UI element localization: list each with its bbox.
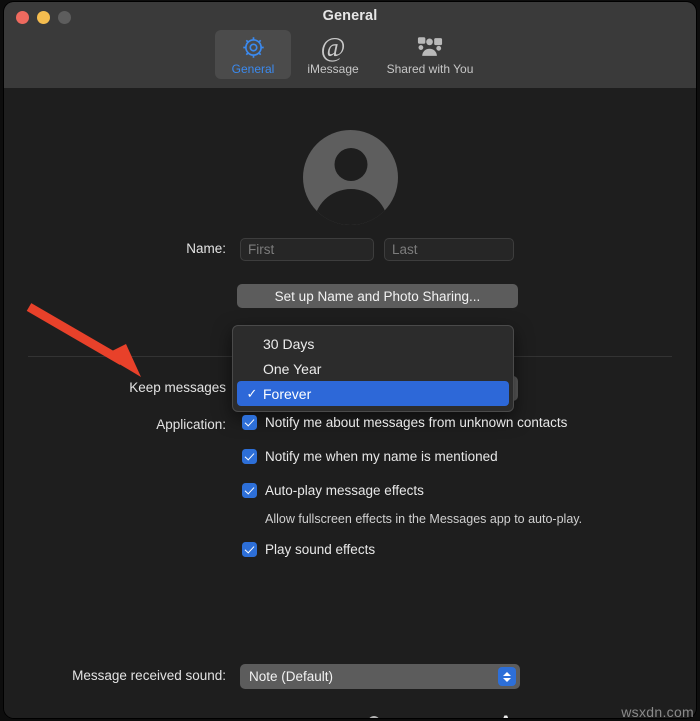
preferences-content: Name: Set up Name and Photo Sharing... K… xyxy=(4,88,696,718)
application-label: Application: xyxy=(156,417,226,432)
menu-item-one-year-label: One Year xyxy=(263,360,322,377)
avatar-body xyxy=(313,189,388,225)
at-sign-icon: @ xyxy=(320,32,346,62)
menu-checkmark-icon: ✓ xyxy=(246,385,258,401)
avatar-head xyxy=(334,148,367,181)
stepper-icon[interactable] xyxy=(498,667,516,686)
checkbox-notify-unknown-contacts[interactable]: Notify me about messages from unknown co… xyxy=(242,415,567,430)
menu-item-30-days[interactable]: ✓ 30 Days xyxy=(237,331,509,356)
gear-icon xyxy=(241,34,266,60)
keep-messages-popup-menu: ✓ 30 Days ✓ One Year ✓ Forever xyxy=(232,325,514,412)
tab-general[interactable]: General xyxy=(215,30,291,79)
first-name-input[interactable] xyxy=(240,238,374,261)
checkbox-autoplay-message-effects-label: Auto-play message effects xyxy=(265,483,424,498)
message-received-sound-select[interactable]: Note (Default) xyxy=(240,664,520,689)
menu-item-forever-label: Forever xyxy=(263,385,312,402)
checkbox-checked-icon xyxy=(242,449,257,464)
message-received-sound-value: Note (Default) xyxy=(249,669,334,684)
tab-shared-with-you-label: Shared with You xyxy=(386,62,474,76)
keep-messages-label: Keep messages xyxy=(129,380,226,395)
watermark: wsxdn.com xyxy=(621,704,694,720)
text-size-slider[interactable]: A A xyxy=(240,711,514,718)
last-name-input[interactable] xyxy=(384,238,514,261)
checkbox-checked-icon xyxy=(242,483,257,498)
checkbox-notify-name-mentioned-label: Notify me when my name is mentioned xyxy=(265,449,498,464)
avatar[interactable] xyxy=(303,130,398,225)
checkbox-checked-icon xyxy=(242,542,257,557)
checkbox-notify-name-mentioned[interactable]: Notify me when my name is mentioned xyxy=(242,449,498,464)
name-label: Name: xyxy=(186,241,226,256)
text-size-large-label: A xyxy=(497,711,514,718)
menu-item-forever[interactable]: ✓ Forever xyxy=(237,381,509,406)
tab-imessage[interactable]: @ iMessage xyxy=(295,30,371,79)
chevron-up-icon xyxy=(503,671,511,676)
checkbox-checked-icon xyxy=(242,415,257,430)
chevron-down-icon xyxy=(503,677,511,682)
toolbar-tabs: General @ iMessage Shared with You xyxy=(4,30,696,79)
window-title: General xyxy=(322,8,378,24)
slider-thumb[interactable] xyxy=(368,716,380,718)
tab-shared-with-you[interactable]: Shared with You xyxy=(375,30,485,79)
autoplay-hint-text: Allow fullscreen effects in the Messages… xyxy=(265,512,583,526)
tab-general-label: General xyxy=(231,62,275,76)
checkbox-play-sound-effects[interactable]: Play sound effects xyxy=(242,542,375,557)
preferences-window: General General @ iMessage Shared with Y… xyxy=(4,2,696,718)
set-up-name-photo-sharing-button[interactable]: Set up Name and Photo Sharing... xyxy=(237,284,518,308)
checkbox-notify-unknown-contacts-label: Notify me about messages from unknown co… xyxy=(265,415,568,430)
menu-item-30-days-label: 30 Days xyxy=(263,335,315,352)
checkbox-play-sound-effects-label: Play sound effects xyxy=(265,542,376,557)
menu-item-one-year[interactable]: ✓ One Year xyxy=(237,356,509,381)
window-toolbar: General General @ iMessage Shared with Y… xyxy=(4,2,696,89)
checkbox-autoplay-message-effects[interactable]: Auto-play message effects xyxy=(242,483,424,498)
message-received-sound-label: Message received sound: xyxy=(72,668,226,683)
people-icon xyxy=(417,34,443,60)
tab-imessage-label: iMessage xyxy=(307,62,359,76)
